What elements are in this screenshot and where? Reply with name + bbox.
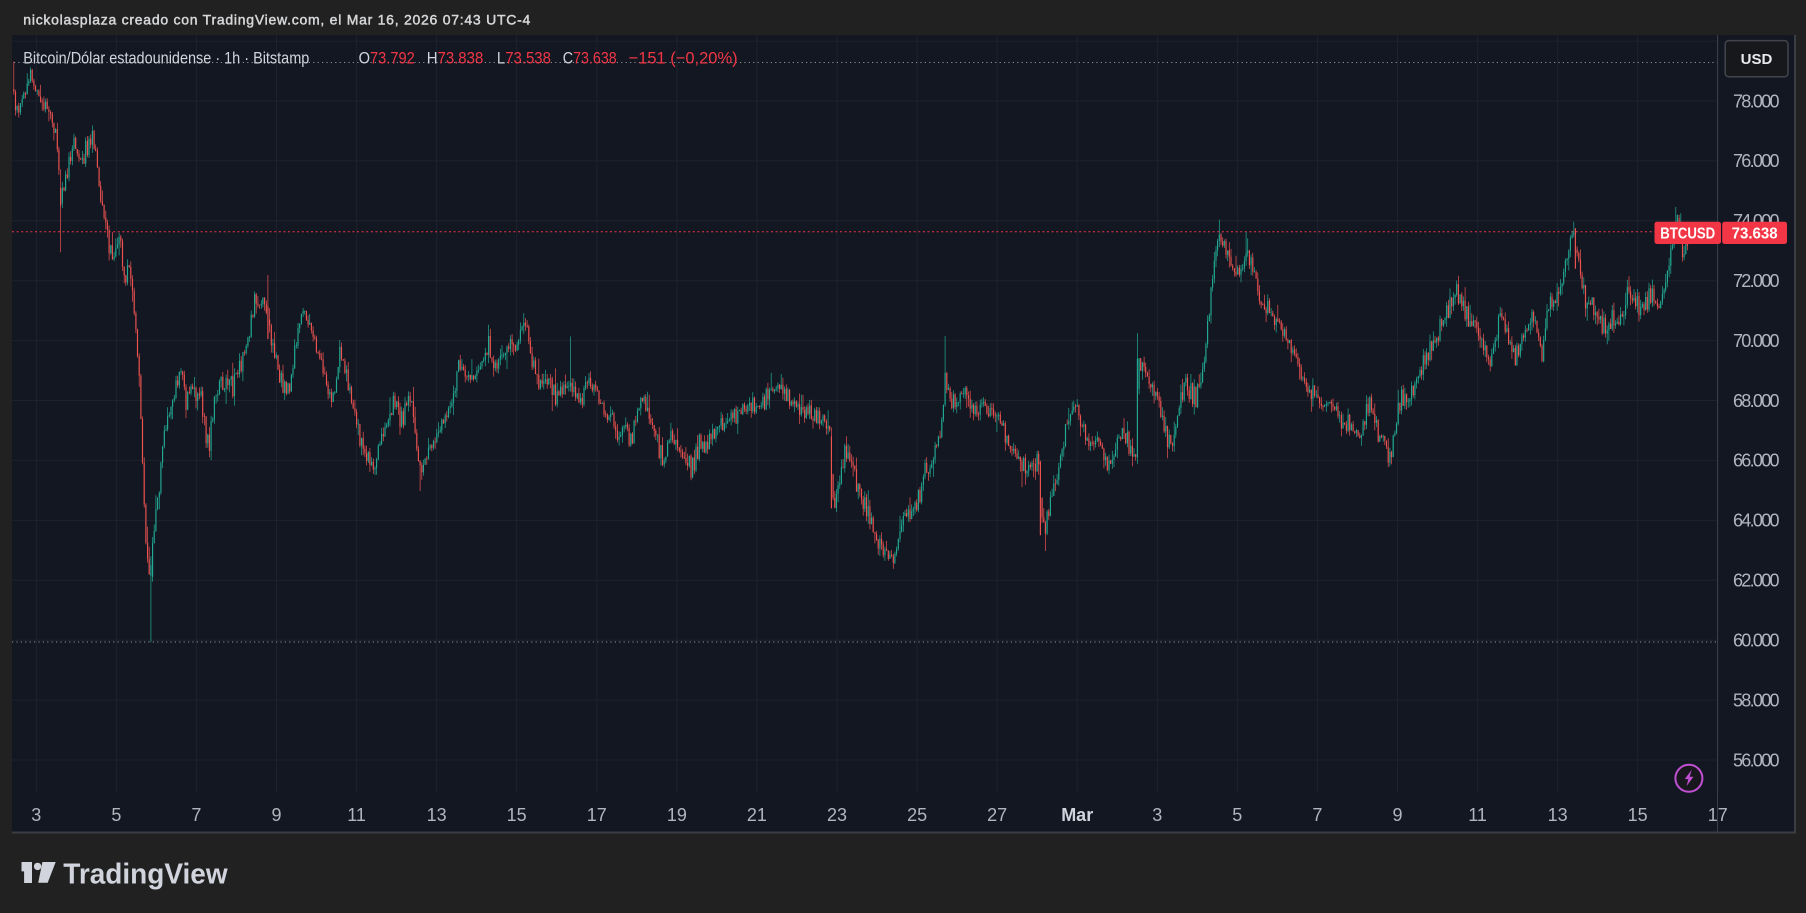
svg-text:62.000: 62.000	[1733, 571, 1780, 591]
svg-text:27: 27	[987, 805, 1007, 825]
svg-text:19: 19	[667, 805, 687, 825]
svg-text:66.000: 66.000	[1733, 451, 1780, 471]
svg-text:3: 3	[1152, 805, 1162, 825]
svg-text:17: 17	[587, 805, 607, 825]
svg-text:72.000: 72.000	[1733, 271, 1780, 291]
svg-text:C73.638: C73.638	[563, 48, 617, 67]
svg-text:7: 7	[191, 805, 201, 825]
svg-text:TradingView: TradingView	[63, 858, 228, 890]
svg-text:15: 15	[507, 805, 527, 825]
svg-text:H73.838: H73.838	[427, 48, 484, 67]
svg-text:76.000: 76.000	[1733, 151, 1780, 171]
svg-text:13: 13	[1548, 805, 1568, 825]
svg-text:BTCUSD: BTCUSD	[1660, 225, 1715, 242]
svg-text:17: 17	[1708, 805, 1728, 825]
svg-text:5: 5	[111, 805, 121, 825]
svg-text:L73.538: L73.538	[497, 48, 551, 67]
svg-text:11: 11	[1468, 805, 1487, 825]
svg-text:21: 21	[747, 805, 767, 825]
svg-text:9: 9	[1392, 805, 1402, 825]
svg-text:68.000: 68.000	[1733, 391, 1780, 411]
svg-text:58.000: 58.000	[1733, 690, 1780, 710]
svg-text:15: 15	[1628, 805, 1648, 825]
svg-text:70.000: 70.000	[1733, 331, 1780, 351]
svg-text:13: 13	[427, 805, 447, 825]
svg-text:56.000: 56.000	[1733, 750, 1780, 770]
svg-text:5: 5	[1232, 805, 1242, 825]
svg-text:25: 25	[907, 805, 927, 825]
svg-text:Mar: Mar	[1061, 805, 1093, 825]
svg-text:USD: USD	[1741, 51, 1773, 68]
svg-text:23: 23	[827, 805, 847, 825]
svg-text:73.638: 73.638	[1732, 225, 1778, 242]
svg-text:9: 9	[271, 805, 281, 825]
svg-text:64.000: 64.000	[1733, 511, 1780, 531]
svg-text:11: 11	[347, 805, 366, 825]
svg-text:−151 (−0,20%): −151 (−0,20%)	[629, 48, 738, 67]
svg-text:7: 7	[1312, 805, 1322, 825]
svg-text:60.000: 60.000	[1733, 631, 1780, 651]
svg-text:Bitcoin/Dólar estadounidense ·: Bitcoin/Dólar estadounidense · 1h · Bits…	[23, 48, 309, 67]
svg-text:78.000: 78.000	[1733, 91, 1780, 111]
svg-text:nickolasplaza creado con Tradi: nickolasplaza creado con TradingView.com…	[23, 12, 530, 28]
svg-text:O73.792: O73.792	[359, 48, 415, 67]
svg-text:3: 3	[31, 805, 41, 825]
